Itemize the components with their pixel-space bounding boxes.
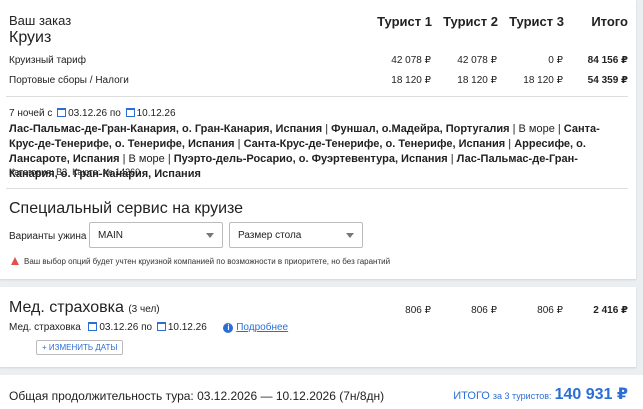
date-to: 10.12.26 [136,108,176,119]
plus-icon: + [42,343,47,352]
route-port: Санта-Крус-де-Тенерифе, о. Тенерифе, Исп… [243,138,506,150]
tour-duration: Общая продолжительность тура: 03.12.2026… [9,389,385,403]
warning-text: Ваш выбор опций будет учтен круизной ком… [24,257,391,266]
divider [6,188,628,189]
table-size-value: Размер стола [238,230,302,241]
route-separator: | В море | [119,153,174,165]
cruise-dates: 7 ночей с 03.12.26 по 10.12.26 [9,108,176,119]
insurance-title: Мед. страховка (3 чел) [9,299,160,317]
calendar-icon [125,108,135,117]
cabin: Каюта: № 14260 [72,167,141,177]
order-subtitle: Круиз [9,29,52,46]
order-title: Ваш заказ [9,13,72,28]
dinner-label: Варианты ужина [9,231,87,242]
dinner-select[interactable]: MAIN [89,222,223,248]
insurance-sub-label: Мед. страховка [9,322,81,333]
route-separator: | [322,123,332,135]
change-dates-button[interactable]: + ИЗМЕНИТЬ ДАТЫ [36,340,124,355]
change-dates-label: ИЗМЕНИТЬ ДАТЫ [48,343,118,352]
insurance-by-label: по [141,322,153,333]
by-label: по [109,108,121,119]
total-value: 140 931 ₽ [554,386,628,403]
fare-total: 84 156 ₽ [587,55,628,66]
chevron-down-icon [206,233,214,238]
warning-icon [11,257,19,265]
insurance-total: 2 416 ₽ [593,305,628,316]
row-label-taxes: Портовые сборы / Налоги [9,75,129,86]
insurance-date-to: 10.12.26 [167,322,207,333]
taxes-total: 54 359 ₽ [587,75,628,86]
more-link[interactable]: Подробнее [236,322,288,333]
calendar-icon [88,322,98,331]
table-size-select[interactable]: Размер стола [229,222,363,248]
total-label: ИТОГО [453,390,490,402]
col-total: Итого [591,14,628,29]
route-port: Пуэрто-дель-Росарио, о. Фуэртевентура, И… [173,153,448,165]
order-card: Ваш заказ Круиз Турист 1 Турист 2 Турист… [0,0,636,279]
insurance-title-text: Мед. страховка [9,299,124,316]
route-port: Лас-Пальмас-де-Гран-Канария, о. Гран-Кан… [9,123,323,135]
grand-total: ИТОГО за 3 туристов: 140 931 ₽ [453,384,628,404]
route-separator: | В море | [509,123,564,135]
insurance-date-from: 03.12.26 [99,322,139,333]
cabin-info: Категория: В3 Каюта: № 14260 [9,167,140,177]
insurance-count: (3 чел) [128,304,160,315]
route-port: Фуншал, о.Мадейра, Португалия [331,123,510,135]
for-tourists-label: за 3 туристов: [492,391,552,401]
chevron-down-icon [346,233,354,238]
service-title: Специальный сервис на круизе [9,200,244,217]
row-label-fare: Круизный тариф [9,55,86,66]
route-separator: | [447,153,457,165]
info-icon: i [223,323,234,333]
dinner-value: MAIN [98,230,123,241]
divider [6,96,628,97]
nights-label: 7 ночей с [9,108,53,119]
insurance-details: Мед. страховка 03.12.26 по 10.12.26 i По… [9,322,288,333]
calendar-icon [156,322,166,331]
category: Категория: В3 [9,167,68,177]
insurance-card: Мед. страховка (3 чел) 806 ₽ 806 ₽ 806 ₽… [0,287,636,367]
date-from: 03.12.26 [68,108,108,119]
summary-bar: Общая продолжительность тура: 03.12.2026… [0,375,643,409]
route-separator: | [234,138,244,150]
calendar-icon [57,108,67,117]
route-separator: | [505,138,515,150]
